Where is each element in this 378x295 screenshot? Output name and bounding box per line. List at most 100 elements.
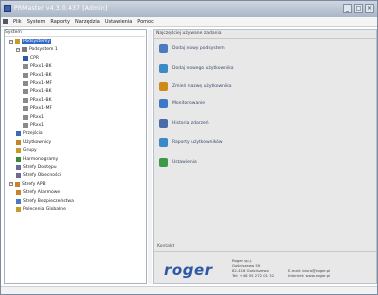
users-icon (16, 139, 21, 145)
reader-icon (23, 123, 28, 128)
tree-expander-icon[interactable]: − (9, 182, 13, 187)
task-link-label: Dodaj nowy podsystem (172, 46, 225, 51)
folder-icon (15, 39, 20, 44)
zone-icon (16, 165, 21, 170)
tree-item[interactable]: PRxx1 (23, 122, 44, 129)
tree-item[interactable]: Strefy Dostępu (16, 164, 57, 171)
history-icon (159, 119, 168, 128)
main-window: PRMaster v4.3.0.437 [Admin] _ □ × Plik S… (0, 0, 378, 295)
tree-item-label: Polecenia Globalne (23, 207, 66, 212)
status-bar (1, 286, 377, 294)
tree-item[interactable]: Przejścia (16, 130, 43, 137)
tasks-divider (154, 38, 376, 39)
tree-item[interactable]: Strefy Bezpieczeństwa (16, 198, 74, 205)
close-button[interactable]: × (365, 4, 374, 13)
tree-item[interactable]: − Podsystemy (9, 38, 52, 45)
tree-item-label: PRxx1 (30, 114, 45, 120)
task-link[interactable]: Raporty użytkowników (159, 138, 223, 147)
tree-expander-icon[interactable]: − (9, 39, 13, 44)
tree-item[interactable]: PRxx1-BK (23, 88, 52, 95)
contact-web: E-mail: biuro@roger.pl Internet: www.rog… (288, 268, 330, 278)
contact-website[interactable]: Internet: www.roger.pl (288, 273, 330, 278)
tree-item[interactable]: Polecenia Globalne (16, 206, 66, 213)
app-icon (4, 5, 11, 12)
cpr-icon (23, 55, 28, 61)
tree-item[interactable]: CPR (23, 55, 39, 62)
reader-icon (23, 106, 28, 112)
menu-app-icon[interactable] (3, 19, 8, 24)
tree-item[interactable]: PRxx1-BK (23, 63, 52, 70)
tree-item-label: Przejścia (23, 131, 43, 137)
settings-icon (159, 158, 168, 167)
tree-item-label: PRxx1-BK (30, 72, 52, 78)
task-link[interactable]: Dodaj nowy podsystem (159, 44, 225, 53)
task-link-label: Dodaj nowego użytkownika (172, 66, 234, 71)
tree-item[interactable]: Strefy Alarmowe (16, 189, 60, 196)
schedule-icon (16, 156, 21, 162)
tree-item[interactable]: PRxx1-MF (23, 105, 52, 112)
tree-item-label: PRxx1-MF (30, 81, 53, 86)
menu-bar: Plik System Raporty Narzędzia Ustawienia… (1, 17, 377, 27)
tree-item-label: Harmonogramy (23, 156, 59, 162)
monitor-icon (159, 99, 168, 108)
task-link-label: Monitorowanie (172, 101, 206, 106)
contact-header: Kontakt (157, 244, 175, 249)
controller-icon (22, 47, 27, 53)
tasks-panel: Najczęściej używane zadania Dodaj nowy p… (153, 29, 377, 284)
task-link[interactable]: Zmień nazwę użytkownika (159, 82, 232, 91)
task-link-label: Zmień nazwę użytkownika (172, 84, 232, 89)
tree-item[interactable]: Użytkownicy (16, 139, 51, 146)
minimize-button[interactable]: _ (343, 4, 352, 13)
menu-file[interactable]: Plik (13, 19, 22, 25)
alarm-icon (16, 190, 21, 196)
reader-icon (23, 89, 28, 95)
maximize-button[interactable]: □ (354, 4, 363, 13)
tree-expander-icon[interactable]: − (16, 47, 20, 52)
tree-item[interactable]: Harmonogramy (16, 156, 58, 163)
tree-item[interactable]: Grupy (16, 147, 37, 154)
tree-header: System (5, 30, 145, 37)
task-link-label: Ustawienia (172, 160, 197, 165)
tree-item[interactable]: − Podsystem 1 (16, 46, 58, 53)
task-link[interactable]: Monitorowanie (159, 99, 205, 108)
window-controls: _ □ × (343, 4, 374, 13)
task-link-label: Historia zdarzeń (172, 121, 209, 126)
contact-divider (154, 251, 376, 252)
tree-item-label: PRxx1-BK (30, 89, 52, 95)
security-icon (16, 198, 21, 204)
tree-item-label: Strefy Alarmowe (23, 190, 61, 196)
panel-splitter[interactable] (148, 29, 152, 284)
command-icon (16, 207, 21, 212)
tree-item[interactable]: PRxx1 (23, 114, 44, 121)
menu-tools[interactable]: Narzędzia (75, 19, 100, 25)
tree-item-label: Strefy APB (22, 181, 46, 187)
report-icon (159, 138, 168, 147)
tree-item-label: Użytkownicy (23, 139, 52, 145)
reader-icon (23, 114, 28, 120)
tree-item-label: Podsystem 1 (29, 47, 58, 53)
menu-system[interactable]: System (27, 19, 46, 25)
menu-settings[interactable]: Ustawienia (105, 19, 132, 25)
title-bar[interactable]: PRMaster v4.3.0.437 [Admin] _ □ × (1, 1, 377, 17)
tree-item[interactable]: PRxx1-BK (23, 72, 52, 79)
task-link[interactable]: Dodaj nowego użytkownika (159, 64, 234, 73)
reader-icon (23, 97, 28, 103)
window-title: PRMaster v4.3.0.437 [Admin] (14, 5, 108, 12)
tree-item[interactable]: PRxx1-MF (23, 80, 52, 87)
tree-item-label: PRxx1-BK (30, 97, 52, 103)
tree-item[interactable]: PRxx1-BK (23, 97, 52, 104)
reader-icon (23, 81, 28, 86)
apb-icon (15, 181, 20, 187)
tree-item-label: CPR (30, 55, 39, 61)
reader-icon (23, 72, 28, 78)
tree-item-label: Podsystemy (22, 39, 52, 44)
zone-icon (16, 173, 21, 179)
tree-item-label: Grupy (23, 148, 37, 154)
add-subsystem-icon (159, 44, 168, 53)
task-link[interactable]: Ustawienia (159, 158, 197, 167)
task-link[interactable]: Historia zdarzeń (159, 119, 209, 128)
tree-item[interactable]: Strefy Obecności (16, 172, 61, 179)
menu-help[interactable]: Pomoc (137, 19, 154, 25)
menu-reports[interactable]: Raporty (50, 19, 70, 25)
tree-item[interactable]: − Strefy APB (9, 181, 46, 188)
